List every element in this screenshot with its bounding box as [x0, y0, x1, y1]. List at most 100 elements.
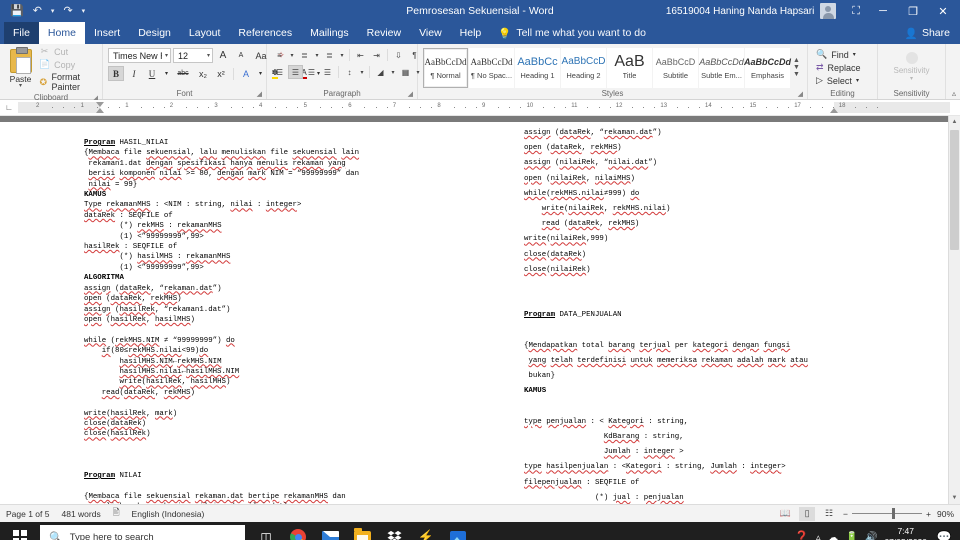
account-name[interactable]: 16519004 Haning Nanda Hapsari: [666, 6, 820, 17]
undo-dropdown-icon[interactable]: ▾: [51, 8, 55, 15]
line-spacing-dropdown-icon[interactable]: ▾: [358, 65, 366, 79]
style-normal[interactable]: AaBbCcDd ¶ Normal: [423, 47, 468, 88]
action-center-icon[interactable]: 💬: [934, 522, 954, 540]
sensitivity-dropdown-icon[interactable]: ▾: [910, 75, 913, 82]
collapse-ribbon-icon[interactable]: ▵: [952, 89, 956, 98]
format-painter-button[interactable]: ✪ Format Painter: [39, 72, 97, 92]
print-layout-icon[interactable]: ▯: [799, 506, 816, 521]
style-subtle-emphasis[interactable]: AaBbCcDd Subtle Em...: [699, 47, 744, 88]
italic-button[interactable]: I: [126, 66, 142, 81]
strikethrough-button[interactable]: abc: [173, 66, 193, 81]
hanging-indent-marker[interactable]: [96, 108, 104, 113]
proofing-icon[interactable]: 🖹: [113, 507, 120, 521]
underline-dropdown-icon[interactable]: ▾: [162, 66, 171, 81]
lightning-icon[interactable]: ⚡: [411, 522, 441, 540]
style-no-spacing[interactable]: AaBbCcDd ¶ No Spac...: [469, 47, 514, 88]
text-effects-button[interactable]: A: [238, 66, 254, 81]
multilevel-dropdown-icon[interactable]: ▾: [338, 48, 346, 62]
show-hidden-icons-icon[interactable]: ▵: [816, 532, 821, 540]
horizontal-ruler[interactable]: 2 1 1 2 3 4 5 6 7 8 9 10 11 12 13 14 15 17 18: [18, 102, 950, 113]
tab-view[interactable]: View: [410, 22, 451, 44]
grow-font-button[interactable]: A: [215, 48, 231, 63]
tell-me-box[interactable]: 💡 Tell me what you want to do: [490, 22, 654, 44]
file-explorer-icon[interactable]: [347, 522, 377, 540]
start-button[interactable]: [0, 522, 40, 540]
undo-icon[interactable]: ↶: [33, 5, 42, 17]
save-icon[interactable]: 💾: [10, 5, 24, 17]
zoom-level-label[interactable]: 90%: [937, 509, 954, 519]
tab-design[interactable]: Design: [129, 22, 180, 44]
zoom-track[interactable]: [852, 508, 923, 519]
multilevel-list-icon[interactable]: ≣: [322, 48, 337, 62]
font-dialog-launcher[interactable]: ◢: [257, 89, 262, 100]
style-subtitle[interactable]: AaBbCcD Subtitle: [653, 47, 698, 88]
zoom-in-button[interactable]: +: [926, 509, 931, 519]
underline-button[interactable]: U: [144, 66, 160, 81]
avatar[interactable]: [820, 3, 837, 19]
right-indent-marker[interactable]: [830, 108, 838, 113]
paste-button[interactable]: Paste ▾: [5, 47, 36, 90]
customize-qat-icon[interactable]: ▾: [82, 8, 86, 15]
web-layout-icon[interactable]: ☷: [821, 507, 837, 521]
ribbon-display-options-icon[interactable]: ⛶: [844, 5, 868, 18]
find-button[interactable]: 🔍 Find ▾: [813, 48, 859, 61]
document-text-left[interactable]: Program HASIL_NILAI {Membaca file sekuen…: [0, 122, 470, 504]
tab-file[interactable]: File: [4, 22, 39, 44]
tab-layout[interactable]: Layout: [180, 22, 230, 44]
shading-icon[interactable]: ◢: [373, 65, 388, 79]
document-text-right[interactable]: assign (dataRek, “rekaman.dat”) open (da…: [470, 122, 940, 504]
styles-dialog-launcher[interactable]: ◢: [798, 89, 803, 100]
dropbox-icon[interactable]: [379, 522, 409, 540]
chrome-icon[interactable]: [283, 522, 313, 540]
volume-icon[interactable]: 🔊: [865, 532, 877, 540]
styles-gallery[interactable]: AaBbCcDd ¶ Normal AaBbCcDd ¶ No Spac... …: [423, 47, 791, 88]
chevron-up-icon[interactable]: ▲: [793, 57, 800, 64]
quick-access-toolbar[interactable]: 💾 ↶ ▾ ↷ ▾: [0, 5, 86, 17]
styles-gallery-scroll[interactable]: ▲ ▼ ▼: [791, 56, 802, 79]
scroll-up-icon[interactable]: ▲: [949, 116, 960, 128]
paragraph-dialog-launcher[interactable]: ◢: [408, 89, 413, 100]
taskbar-search[interactable]: 🔍 Type here to search: [40, 525, 245, 540]
tab-stop-selector-icon[interactable]: ∟: [0, 100, 18, 116]
align-left-icon[interactable]: ☰: [272, 65, 287, 79]
style-heading-1[interactable]: AaBbCc Heading 1: [515, 47, 560, 88]
style-title[interactable]: AaB Title: [607, 47, 652, 88]
onedrive-icon[interactable]: ☁: [828, 531, 839, 540]
numbering-dropdown-icon[interactable]: ▾: [313, 48, 321, 62]
line-spacing-icon[interactable]: ↕: [342, 65, 357, 79]
style-emphasis[interactable]: AaBbCcDd Emphasis: [744, 47, 791, 88]
zoom-out-button[interactable]: −: [843, 509, 848, 519]
chevron-down-icon[interactable]: ▼: [793, 64, 800, 71]
decrease-indent-icon[interactable]: ⇤: [353, 48, 368, 62]
battery-icon[interactable]: 🔋: [846, 532, 858, 540]
task-view-icon[interactable]: ◫: [251, 522, 281, 540]
help-circle-icon[interactable]: ❓: [794, 530, 809, 540]
clock[interactable]: 7:47 07/05/2020: [884, 526, 927, 540]
shading-dropdown-icon[interactable]: ▾: [389, 65, 397, 79]
select-dropdown-icon[interactable]: ▾: [856, 77, 859, 84]
increase-indent-icon[interactable]: ⇥: [369, 48, 384, 62]
superscript-button[interactable]: x²: [213, 66, 229, 81]
tab-insert[interactable]: Insert: [85, 22, 129, 44]
page-number-label[interactable]: Page 1 of 5: [6, 509, 49, 519]
select-button[interactable]: ▷ Select ▾: [813, 74, 862, 87]
share-button[interactable]: 👤 Share: [895, 22, 960, 44]
read-mode-icon[interactable]: 📖: [777, 507, 793, 521]
justify-icon[interactable]: ☰: [320, 65, 335, 79]
bullets-icon[interactable]: ≡: [272, 48, 287, 62]
close-button[interactable]: ✕: [928, 0, 958, 22]
font-name-combo[interactable]: Times New R ▾: [108, 48, 171, 63]
tab-mailings[interactable]: Mailings: [301, 22, 358, 44]
language-label[interactable]: English (Indonesia): [132, 509, 205, 519]
align-right-icon[interactable]: ☰: [304, 65, 319, 79]
redo-icon[interactable]: ↷: [63, 5, 72, 17]
paste-dropdown-icon[interactable]: ▾: [19, 83, 22, 89]
shrink-font-button[interactable]: A: [233, 48, 249, 63]
subscript-button[interactable]: x₂: [195, 66, 211, 81]
mail-icon[interactable]: [315, 522, 345, 540]
document-area[interactable]: Program HASIL_NILAI {Membaca file sekuen…: [0, 116, 960, 504]
scroll-down-icon[interactable]: ▼: [949, 492, 960, 504]
borders-icon[interactable]: ▦: [398, 65, 413, 79]
tab-help[interactable]: Help: [451, 22, 491, 44]
word-count-label[interactable]: 481 words: [61, 509, 100, 519]
